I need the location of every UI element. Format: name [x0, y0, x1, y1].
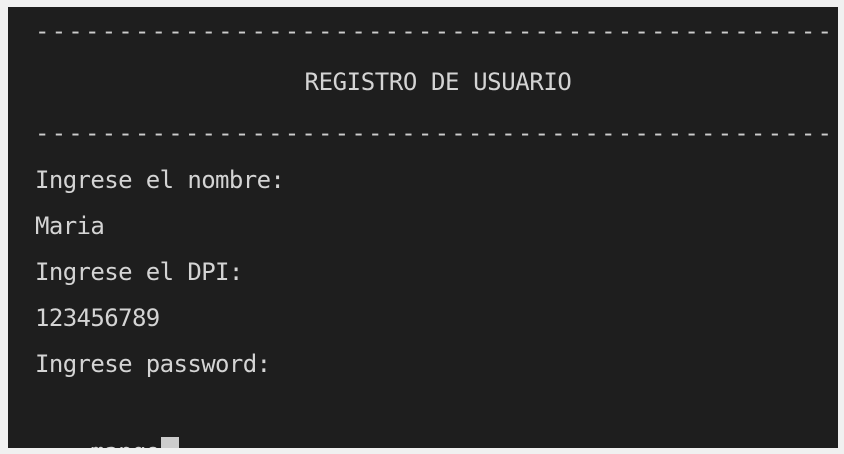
terminal-input-line[interactable]: mango — [35, 392, 179, 448]
separator-top: ----------------------------------------… — [35, 17, 838, 45]
prompt-nombre: Ingrese el nombre: — [35, 166, 285, 194]
value-dpi: 123456789 — [35, 304, 160, 332]
separator-bottom: ----------------------------------------… — [35, 119, 838, 147]
prompt-dpi: Ingrese el DPI: — [35, 258, 243, 286]
password-input-value[interactable]: mango — [90, 438, 160, 448]
terminal-window[interactable]: ----------------------------------------… — [8, 7, 838, 448]
value-nombre: Maria — [35, 212, 105, 240]
prompt-password: Ingrese password: — [35, 350, 271, 378]
page-title: REGISTRO DE USUARIO — [304, 68, 572, 96]
text-cursor — [160, 437, 179, 448]
